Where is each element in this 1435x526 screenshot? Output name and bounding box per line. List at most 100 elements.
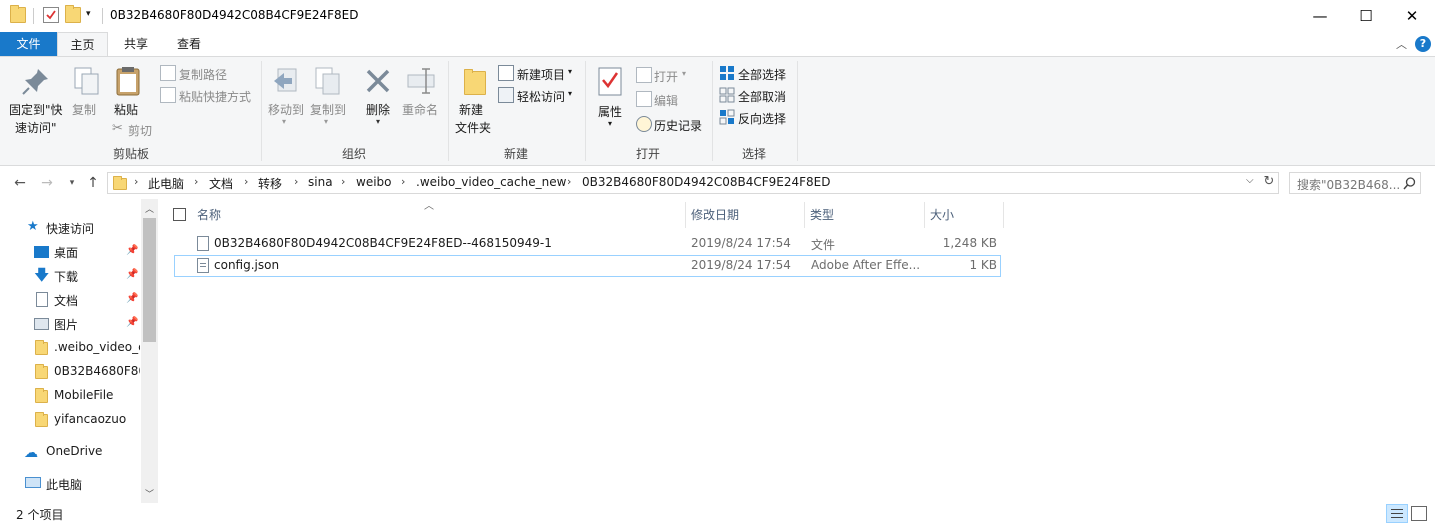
nav-this-pc[interactable]: 此电脑 (0, 472, 142, 496)
back-arrow-icon[interactable]: ← (11, 174, 29, 192)
move-to-button[interactable]: 移动到 ▾ (266, 59, 306, 139)
breadcrumb-separator-icon[interactable]: › (567, 175, 571, 188)
nav-quick-access[interactable]: ★ 快速访问 (0, 216, 142, 240)
nav-item-documents[interactable]: 文档 📌 (0, 288, 142, 312)
easy-access-button[interactable]: 轻松访问 ▾ (498, 87, 578, 105)
nav-item-mobilefile[interactable]: MobileFile (0, 384, 142, 408)
invert-selection-button[interactable]: 反向选择 (719, 109, 793, 127)
nav-scrollbar[interactable]: ︿ ﹀ (141, 199, 158, 503)
tab-share[interactable]: 共享 (112, 32, 160, 56)
delete-button[interactable]: 删除 ▾ (360, 59, 396, 139)
rename-button[interactable]: 重命名 (400, 59, 444, 139)
tab-home[interactable]: 主页 (57, 32, 108, 56)
pin-icon[interactable]: 📌 (126, 269, 138, 280)
new-folder-icon[interactable] (65, 5, 81, 23)
copy-to-button[interactable]: 复制到 ▾ (308, 59, 348, 139)
json-file-icon (197, 258, 209, 273)
dropdown-arrow-icon: ▾ (608, 119, 613, 128)
column-header-modified[interactable]: 修改日期 (691, 202, 801, 228)
properties-icon[interactable] (43, 7, 59, 23)
nav-item-yifancaozuo[interactable]: yifancaozuo (0, 408, 142, 432)
column-separator[interactable] (924, 202, 925, 228)
properties-button[interactable]: 属性 ▾ (592, 59, 628, 139)
pin-icon[interactable]: 📌 (126, 245, 138, 256)
scroll-up-icon[interactable]: ︿ (145, 202, 154, 215)
help-icon[interactable]: ? (1415, 36, 1431, 52)
folder-icon (35, 388, 48, 403)
breadcrumb-current[interactable]: 0B32B4680F80D4942C08B4CF9E24F8ED (582, 175, 831, 189)
copy-path-button[interactable]: 复制路径 (160, 65, 260, 83)
paste-button[interactable]: 粘贴 (108, 59, 148, 119)
select-all-icon (720, 66, 734, 80)
select-all-checkbox[interactable] (173, 208, 186, 221)
address-dropdown-icon[interactable]: ⌵ (1246, 175, 1254, 186)
nav-item-downloads[interactable]: 🡇 下载 📌 (0, 264, 142, 288)
paste-shortcut-button[interactable]: 粘贴快捷方式 (160, 87, 260, 105)
customize-toolbar-icon[interactable]: ▾ (86, 9, 91, 19)
new-item-icon (498, 65, 514, 81)
forward-arrow-icon[interactable]: → (38, 174, 56, 192)
breadcrumb-sina[interactable]: sina (308, 175, 333, 189)
large-icons-view-icon[interactable] (1411, 506, 1427, 521)
minimize-button[interactable]: — (1297, 0, 1343, 31)
pin-quick-access-button[interactable]: 固定到"快 速访问" (6, 59, 64, 139)
dropdown-arrow-icon: ▾ (568, 89, 573, 98)
open-button[interactable]: 打开 ▾ (636, 67, 706, 85)
details-view-icon[interactable] (1386, 504, 1408, 523)
close-button[interactable]: ✕ (1389, 0, 1435, 31)
breadcrumb-separator-icon[interactable]: › (341, 175, 345, 188)
nav-item-desktop[interactable]: 桌面 📌 (0, 240, 142, 264)
column-header-size[interactable]: 大小 (930, 202, 1000, 228)
collapse-ribbon-icon[interactable]: ︿ (1396, 36, 1407, 52)
desktop-icon (34, 246, 49, 258)
breadcrumb-this-pc[interactable]: 此电脑 (148, 175, 184, 192)
breadcrumb-transfer[interactable]: 转移 (258, 175, 282, 192)
table-row[interactable]: 0B32B4680F80D4942C08B4CF9E24F8ED--468150… (174, 233, 1001, 255)
pin-icon (22, 69, 48, 95)
nav-item-pictures[interactable]: 图片 📌 (0, 312, 142, 336)
column-separator[interactable] (1003, 202, 1004, 228)
new-folder-button[interactable]: 新建 文件夹 (452, 59, 494, 139)
cut-button[interactable]: ✂ 剪切 (112, 121, 162, 139)
copy-button[interactable]: 复制 (68, 59, 104, 139)
tab-file[interactable]: 文件 (0, 32, 57, 56)
nav-item-current-folder[interactable]: 0B32B4680F80 (0, 360, 142, 384)
breadcrumb-documents[interactable]: 文档 (209, 175, 233, 192)
delete-label: 删除 (366, 103, 391, 117)
breadcrumb-separator-icon[interactable]: › (194, 175, 198, 188)
breadcrumb-separator-icon[interactable]: › (294, 175, 298, 188)
scroll-thumb[interactable] (143, 218, 156, 342)
column-separator[interactable] (804, 202, 805, 228)
recent-locations-icon[interactable]: ▾ (63, 174, 81, 192)
search-box[interactable]: 搜索"0B32B468... (1289, 172, 1421, 194)
history-button[interactable]: 历史记录 (636, 116, 710, 134)
pin-icon[interactable]: 📌 (126, 293, 138, 304)
pin-icon[interactable]: 📌 (126, 317, 138, 328)
column-header-name[interactable]: 名称 (197, 202, 683, 228)
column-header-type[interactable]: 类型 (810, 202, 924, 228)
new-item-button[interactable]: 新建项目 ▾ (498, 65, 578, 83)
breadcrumb-separator-icon[interactable]: › (134, 175, 138, 188)
table-row[interactable]: config.json 2019/8/24 17:54 Adobe After … (174, 255, 1001, 277)
maximize-button[interactable]: ☐ (1343, 0, 1389, 31)
select-all-button[interactable]: 全部选择 (719, 65, 793, 83)
nav-onedrive[interactable]: ☁ OneDrive (0, 440, 142, 464)
new-folder-icon (464, 69, 486, 95)
edit-button[interactable]: 编辑 (636, 91, 706, 109)
copy-to-icon (315, 67, 340, 95)
up-arrow-icon[interactable]: ↑ (84, 174, 102, 192)
tab-view[interactable]: 查看 (164, 32, 214, 56)
file-modified: 2019/8/24 17:54 (691, 258, 791, 272)
address-bar[interactable]: › 此电脑 › 文档 › 转移 › sina › weibo › .weibo_… (107, 172, 1279, 194)
breadcrumb-separator-icon[interactable]: › (401, 175, 405, 188)
select-none-button[interactable]: 全部取消 (719, 87, 793, 105)
scroll-down-icon[interactable]: ﹀ (145, 487, 154, 500)
refresh-icon[interactable]: ↻ (1261, 174, 1277, 192)
breadcrumb-separator-icon[interactable]: › (244, 175, 248, 188)
breadcrumb-cache[interactable]: .weibo_video_cache_new (416, 175, 566, 189)
column-separator[interactable] (685, 202, 686, 228)
nav-label: 快速访问 (46, 222, 95, 236)
breadcrumb-weibo[interactable]: weibo (356, 175, 392, 189)
search-icon[interactable] (1403, 177, 1416, 190)
nav-item-weibo-cache[interactable]: .weibo_video_c (0, 336, 142, 360)
